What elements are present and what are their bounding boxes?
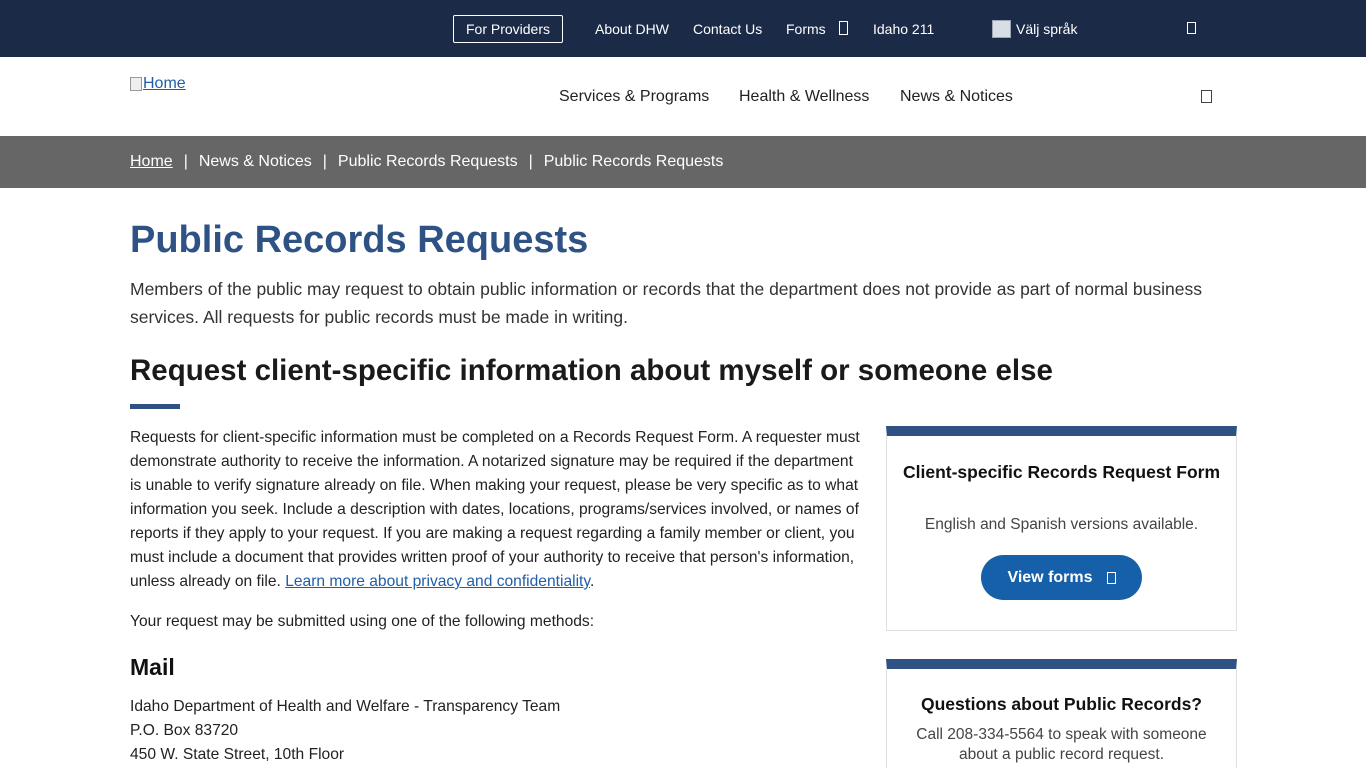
card-title: Questions about Public Records?: [920, 694, 1202, 714]
page-title: Public Records Requests: [130, 219, 589, 261]
language-selector[interactable]: Välj språk: [992, 20, 1077, 38]
mail-heading: Mail: [130, 654, 175, 680]
card-title: Client-specific Records Request Form: [902, 462, 1221, 482]
breadcrumb-bar: Home | News & Notices | Public Records R…: [0, 136, 1366, 188]
logo-alt-text: Home: [143, 75, 186, 92]
records-request-paragraph: Requests for client-specific information…: [130, 426, 865, 594]
questions-card: Questions about Public Records? Call 208…: [886, 659, 1237, 768]
view-forms-label: View forms: [1007, 568, 1093, 586]
records-form-card: Client-specific Records Request Form Eng…: [886, 426, 1237, 631]
privacy-confidentiality-link[interactable]: Learn more about privacy and confidentia…: [285, 573, 590, 590]
broken-image-icon: [130, 77, 142, 91]
heading-underline-divider: [130, 404, 180, 409]
utility-bar: For Providers About DHW Contact Us Forms…: [0, 0, 1366, 57]
nav-news-notices[interactable]: News & Notices: [900, 87, 1013, 107]
external-link-icon: [1106, 571, 1116, 584]
nav-services-programs[interactable]: Services & Programs: [559, 87, 709, 107]
main-header: Home Services & Programs Health & Wellne…: [0, 57, 1366, 136]
sentence-period: .: [590, 573, 595, 590]
nav-health-wellness[interactable]: Health & Wellness: [739, 87, 869, 107]
records-request-text: Requests for client-specific information…: [130, 429, 860, 590]
mail-address-line: 450 W. State Street, 10th Floor: [130, 746, 345, 763]
home-logo-link[interactable]: Home: [130, 75, 186, 93]
idaho-211-link[interactable]: Idaho 211: [873, 20, 934, 38]
card-subtitle: English and Spanish versions available.: [924, 516, 1199, 533]
section-heading: Request client-specific information abou…: [130, 354, 1053, 387]
card-subtitle: Call 208-334-5564 to speak with someone …: [916, 726, 1207, 763]
breadcrumb-news-notices[interactable]: News & Notices: [199, 152, 312, 172]
contact-us-link[interactable]: Contact Us: [693, 20, 762, 38]
menu-icon[interactable]: [1201, 90, 1212, 103]
breadcrumb: Home | News & Notices | Public Records R…: [130, 152, 723, 172]
breadcrumb-separator: |: [528, 153, 533, 170]
breadcrumb-separator: |: [322, 153, 327, 170]
breadcrumb-current: Public Records Requests: [543, 153, 724, 170]
view-forms-button[interactable]: View forms: [981, 555, 1142, 600]
breadcrumb-separator: |: [183, 153, 188, 170]
search-icon[interactable]: [1187, 22, 1196, 34]
language-label: Välj språk: [1016, 21, 1078, 37]
intro-paragraph: Members of the public may request to obt…: [130, 279, 1202, 327]
breadcrumb-home[interactable]: Home: [130, 152, 173, 172]
mail-address-line: P.O. Box 83720: [130, 722, 239, 739]
methods-intro: Your request may be submitted using one …: [130, 613, 595, 630]
about-dhw-link[interactable]: About DHW: [595, 20, 669, 38]
forms-menu-link[interactable]: Forms: [786, 20, 826, 38]
mail-address-line: Idaho Department of Health and Welfare -…: [130, 698, 561, 715]
chevron-down-icon[interactable]: [839, 21, 848, 35]
breadcrumb-public-records-parent[interactable]: Public Records Requests: [338, 152, 518, 172]
flag-icon: [992, 20, 1011, 38]
for-providers-button[interactable]: For Providers: [453, 15, 563, 43]
